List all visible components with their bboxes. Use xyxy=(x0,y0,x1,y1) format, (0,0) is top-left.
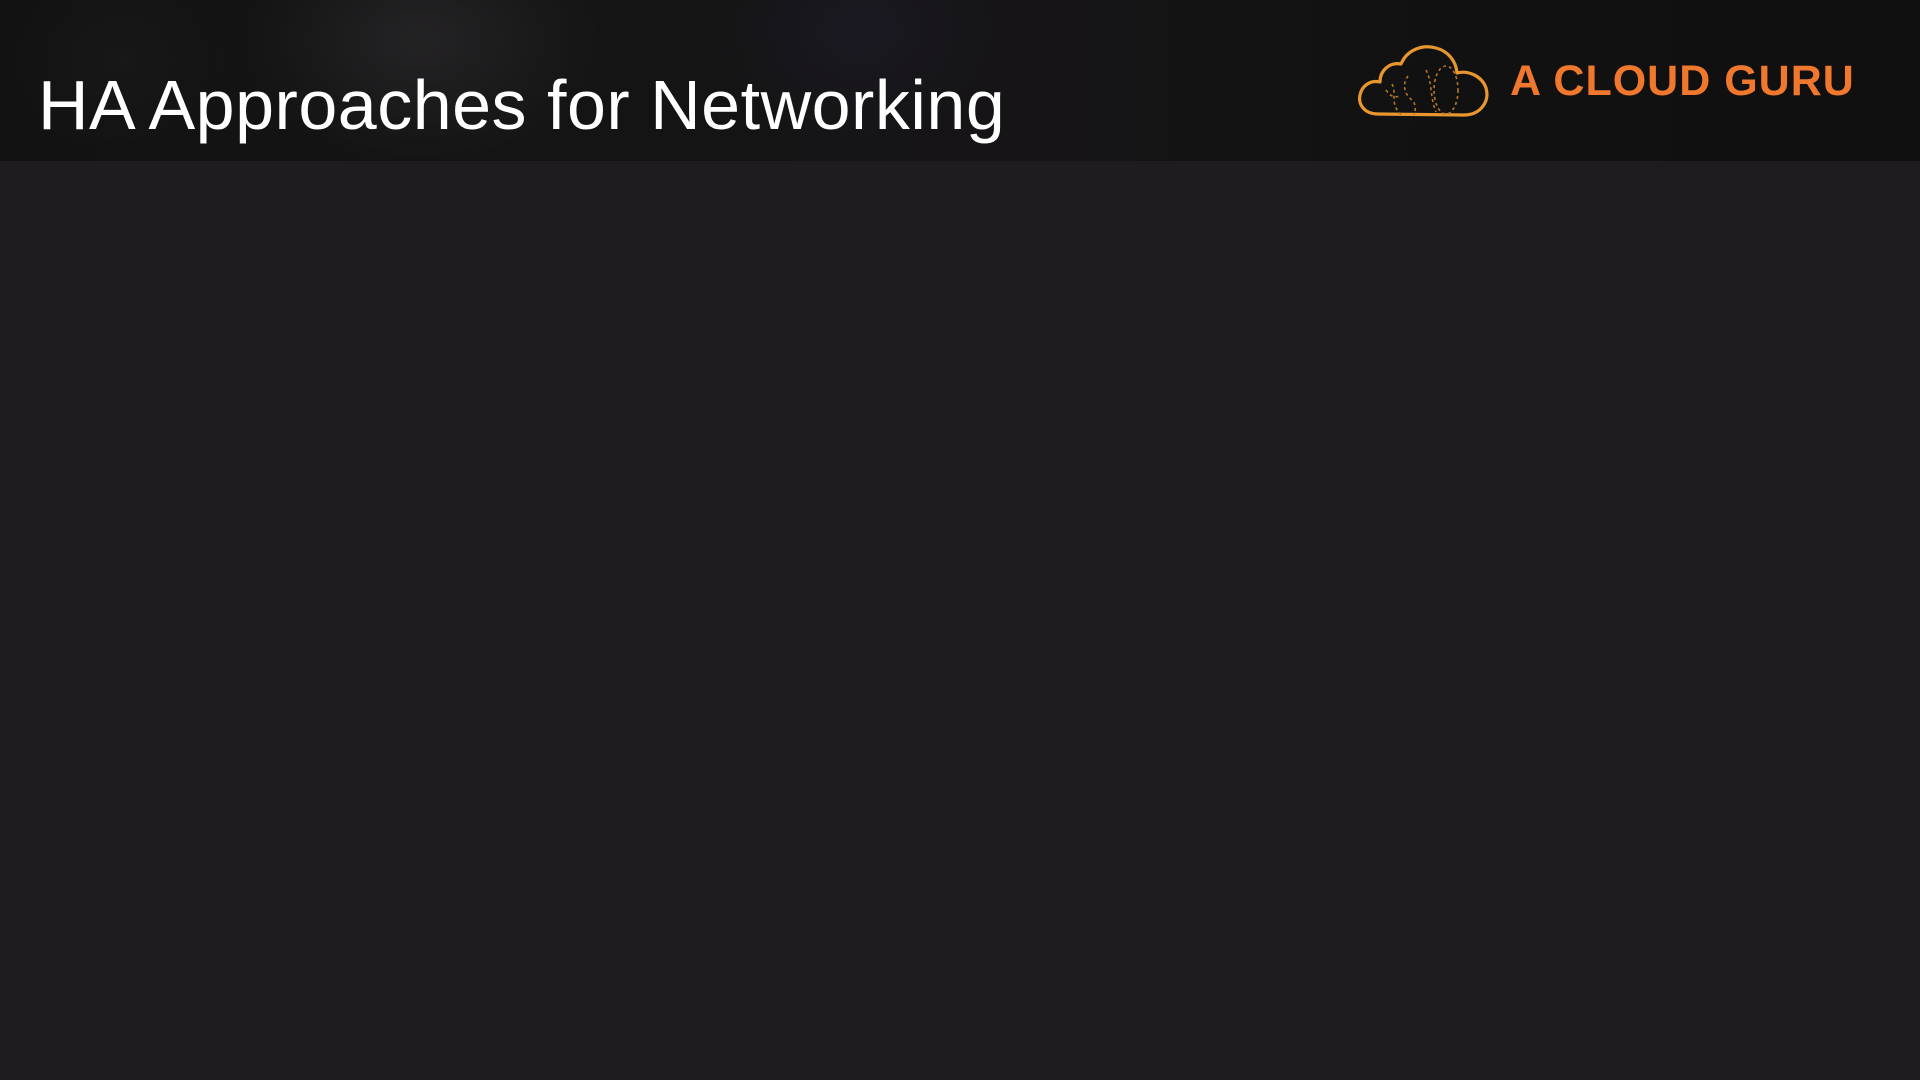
brand-logo: A CLOUD GURU xyxy=(1356,40,1855,122)
slide-content-area xyxy=(0,161,1920,1080)
slide: HA Approaches for Networking A CLOUD GUR… xyxy=(0,0,1920,1080)
slide-header: HA Approaches for Networking A CLOUD GUR… xyxy=(0,0,1920,161)
cloud-icon xyxy=(1358,45,1489,117)
page-title: HA Approaches for Networking xyxy=(38,66,1006,144)
brand-name: A CLOUD GURU xyxy=(1510,56,1855,105)
